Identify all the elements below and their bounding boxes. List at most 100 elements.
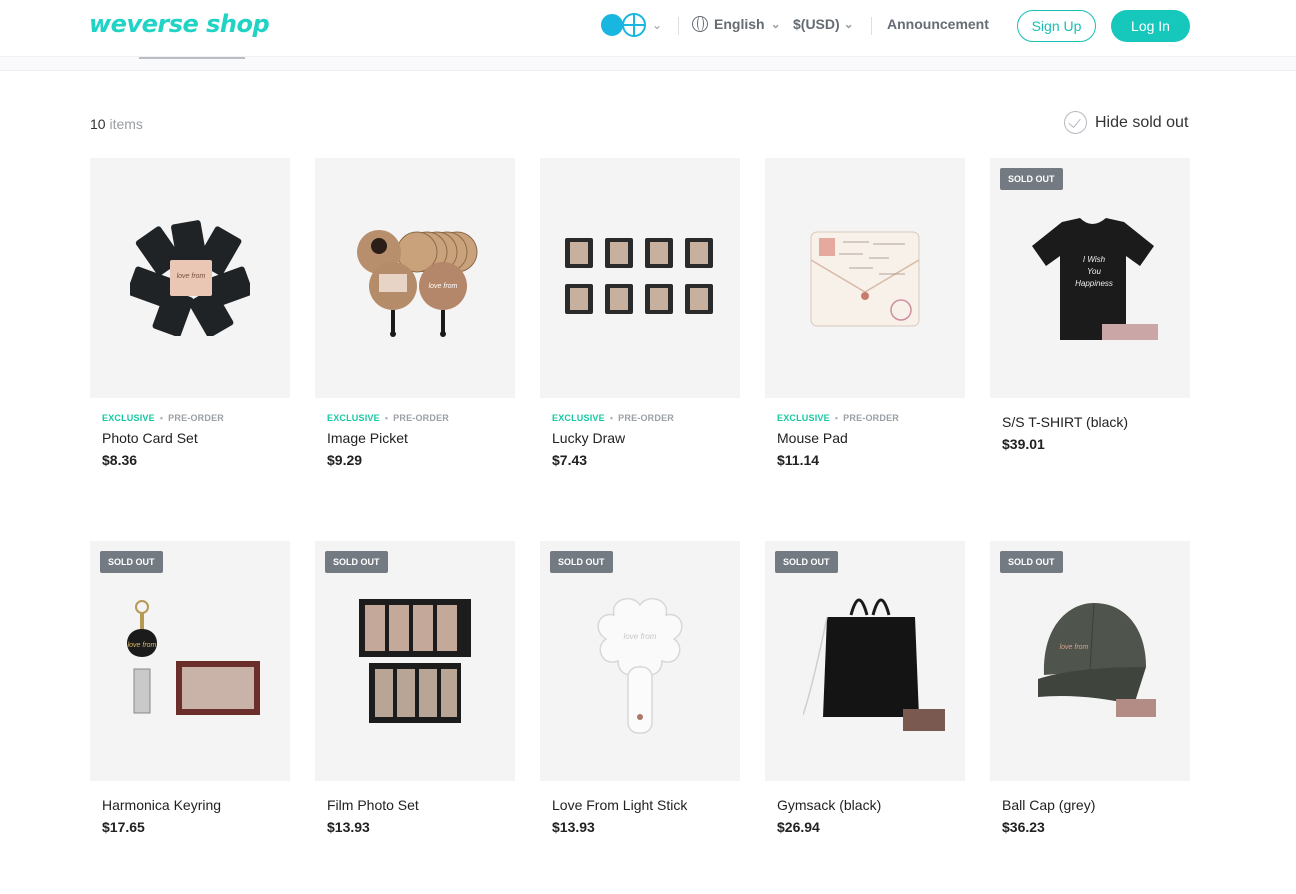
sold-out-badge: SOLD OUT — [1000, 168, 1063, 190]
exclusive-tag: EXCLUSIVE — [777, 413, 830, 423]
header-divider — [871, 17, 872, 35]
chevron-down-icon: ⌄ — [770, 17, 781, 31]
exclusive-tag: EXCLUSIVE — [102, 413, 155, 423]
pre-order-tag: PRE-ORDER — [168, 413, 224, 423]
product-price: $8.36 — [102, 452, 138, 468]
chevron-down-icon: ⌄ — [843, 17, 854, 31]
product-image[interactable]: SOLD OUT love from — [540, 541, 740, 781]
product-image[interactable] — [540, 158, 740, 398]
product-name[interactable]: Photo Card Set — [102, 430, 198, 446]
product-name[interactable]: Mouse Pad — [777, 430, 848, 446]
item-count-number: 10 — [90, 116, 106, 132]
image-picket-image: love from — [357, 230, 478, 337]
film-photo-set-image — [359, 599, 471, 723]
product-price: $9.29 — [327, 452, 363, 468]
item-count-unit: items — [109, 116, 143, 132]
product-card[interactable]: EXCLUSIVE • PRE-ORDER Mouse Pad $11.14 — [765, 158, 965, 468]
ball-cap-image: love from — [1038, 602, 1156, 717]
sold-out-badge: SOLD OUT — [775, 551, 838, 573]
product-image[interactable]: love from — [315, 158, 515, 398]
globe-icon — [692, 16, 708, 32]
light-stick-image: love from — [597, 597, 683, 734]
pre-order-tag: PRE-ORDER — [843, 413, 899, 423]
product-card[interactable]: love from EXCLUSIVE • PRE-ORDER Photo Card… — [90, 158, 290, 468]
product-image[interactable]: love from — [90, 158, 290, 398]
product-image[interactable]: SOLD OUT — [315, 541, 515, 781]
sold-out-badge: SOLD OUT — [550, 551, 613, 573]
product-name[interactable]: S/S T-SHIRT (black) — [1002, 414, 1128, 430]
svg-text:love from: love from — [177, 273, 206, 280]
language-selector[interactable]: English ⌄ — [692, 16, 781, 32]
product-name[interactable]: Love From Light Stick — [552, 797, 687, 813]
product-tags: EXCLUSIVE • PRE-ORDER — [777, 413, 899, 423]
product-image[interactable] — [765, 158, 965, 398]
product-tags: EXCLUSIVE • PRE-ORDER — [102, 413, 224, 423]
globe-community-icon — [622, 13, 646, 37]
product-price: $39.01 — [1002, 436, 1045, 452]
product-card[interactable]: SOLD OUT I Wish You Happiness S/S T-SHIR… — [990, 158, 1190, 452]
product-card[interactable]: EXCLUSIVE • PRE-ORDER Lucky Draw $7.43 — [540, 158, 740, 468]
hide-sold-out-label: Hide sold out — [1095, 113, 1189, 131]
product-name[interactable]: Gymsack (black) — [777, 797, 881, 813]
sub-navigation-bar — [0, 57, 1296, 71]
mouse-pad-image — [810, 231, 920, 327]
product-card[interactable]: SOLD OUT Gymsack (black) $26.94 — [765, 541, 965, 835]
sign-up-button[interactable]: Sign Up — [1017, 10, 1096, 42]
language-label: English — [714, 16, 765, 32]
product-name[interactable]: Image Picket — [327, 430, 408, 446]
svg-text:Happiness: Happiness — [1075, 279, 1113, 288]
svg-text:You: You — [1087, 267, 1101, 276]
log-in-button[interactable]: Log In — [1111, 10, 1190, 42]
sold-out-badge: SOLD OUT — [325, 551, 388, 573]
chevron-down-icon: ⌄ — [652, 18, 663, 32]
pre-order-tag: PRE-ORDER — [393, 413, 449, 423]
product-card[interactable]: love from EXCLUSIVE • PRE-ORDER Image Pick… — [315, 158, 515, 468]
product-name[interactable]: Harmonica Keyring — [102, 797, 221, 813]
svg-text:I Wish: I Wish — [1083, 255, 1106, 264]
product-card[interactable]: SOLD OUT love from Love From Light Stick… — [540, 541, 740, 835]
sold-out-badge: SOLD OUT — [100, 551, 163, 573]
check-circle-icon — [1064, 111, 1087, 134]
currency-label: $(USD) — [793, 16, 840, 32]
product-price: $13.93 — [327, 819, 370, 835]
item-count: 10 items — [90, 116, 143, 132]
sold-out-badge: SOLD OUT — [1000, 551, 1063, 573]
lucky-draw-image — [565, 238, 713, 314]
photo-card-set-image: love from — [130, 220, 250, 336]
svg-text:love from: love from — [624, 632, 657, 641]
product-tags: EXCLUSIVE • PRE-ORDER — [552, 413, 674, 423]
product-image[interactable]: SOLD OUT — [765, 541, 965, 781]
product-card[interactable]: SOLD OUT Film Photo Set $13.93 — [315, 541, 515, 835]
product-image[interactable]: SOLD OUT love from — [90, 541, 290, 781]
product-price: $11.14 — [777, 452, 820, 468]
product-name[interactable]: Ball Cap (grey) — [1002, 797, 1095, 813]
product-price: $7.43 — [552, 452, 588, 468]
svg-text:love from: love from — [1060, 644, 1089, 651]
svg-text:love from: love from — [128, 642, 157, 649]
header-divider — [678, 17, 679, 35]
product-tags: EXCLUSIVE • PRE-ORDER — [327, 413, 449, 423]
artist-avatar-icon — [600, 13, 624, 37]
pre-order-tag: PRE-ORDER — [618, 413, 674, 423]
product-name[interactable]: Lucky Draw — [552, 430, 625, 446]
currency-selector[interactable]: $(USD) ⌄ — [793, 16, 854, 32]
product-price: $17.65 — [102, 819, 145, 835]
announcement-link[interactable]: Announcement — [887, 16, 989, 32]
svg-text:love from: love from — [429, 283, 458, 290]
weverse-shop-logo[interactable]: weverse shop — [89, 10, 270, 38]
product-price: $26.94 — [777, 819, 820, 835]
artist-switcher[interactable]: ⌄ — [600, 13, 662, 37]
product-price: $13.93 — [552, 819, 595, 835]
hide-sold-out-toggle[interactable]: Hide sold out — [1064, 111, 1188, 134]
top-header: weverse shop ⌄ English ⌄ $(USD) ⌄ Announ… — [0, 0, 1296, 57]
product-image[interactable]: SOLD OUT I Wish You Happiness — [990, 158, 1190, 398]
exclusive-tag: EXCLUSIVE — [327, 413, 380, 423]
gymsack-image — [803, 598, 945, 731]
product-card[interactable]: SOLD OUT love from Ball Cap (grey) $36.2… — [990, 541, 1190, 835]
product-name[interactable]: Film Photo Set — [327, 797, 419, 813]
product-card[interactable]: SOLD OUT love from Harmonica Keyring $17… — [90, 541, 290, 835]
active-tab-indicator — [139, 57, 245, 59]
harmonica-keyring-image: love from — [127, 600, 260, 715]
product-image[interactable]: SOLD OUT love from — [990, 541, 1190, 781]
product-price: $36.23 — [1002, 819, 1045, 835]
